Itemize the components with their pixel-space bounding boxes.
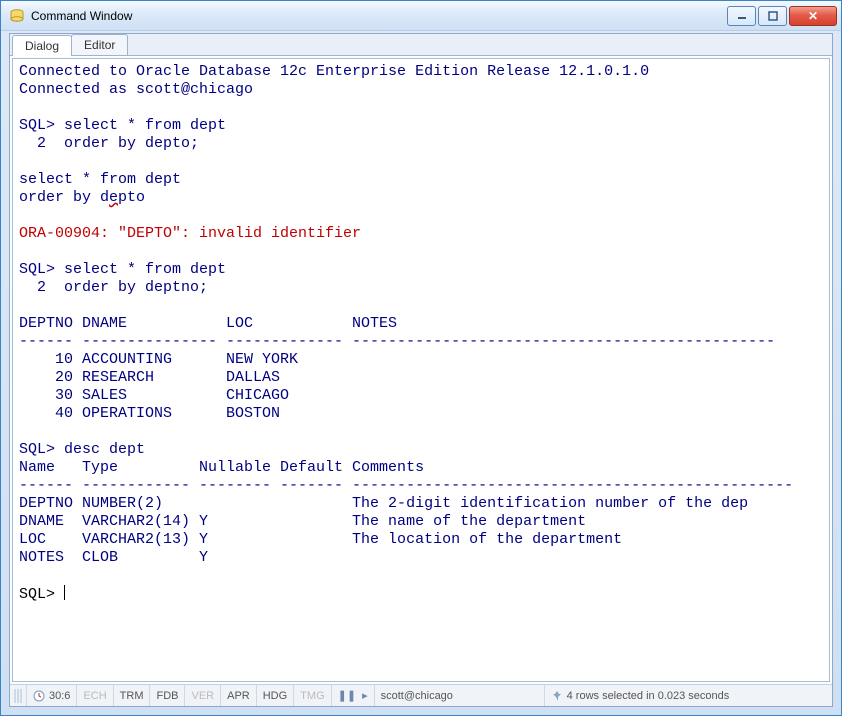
sql-console[interactable]: Connected to Oracle Database 12c Enterpr… [12,58,830,682]
sql-input-1b: 2 order by depto; [19,135,199,152]
result-header: DEPTNO DNAME LOC NOTES [19,315,397,332]
result-row-3: 30 SALES CHICAGO [19,387,352,404]
desc-row-3: LOC VARCHAR2(13) Y The location of the d… [19,531,622,548]
cursor-position: 30:6 [49,690,70,702]
rows-label: 4 rows selected in 0.023 seconds [567,690,730,702]
echo-1b-post: pto [118,189,145,206]
connection-label: scott@chicago [381,690,453,702]
pin-icon [551,690,563,702]
echo-1a: select * from dept [19,171,181,188]
tab-strip: Dialog Editor [10,34,832,56]
tab-editor[interactable]: Editor [71,34,128,55]
ind-trm[interactable]: TRM [114,685,151,706]
ind-fdb[interactable]: FDB [150,685,185,706]
sql-input-1a: SQL> select * from dept [19,117,226,134]
error-line: ORA-00904: "DEPTO": invalid identifier [19,225,361,242]
echo-1b-err: e [109,189,118,206]
maximize-button[interactable] [758,6,787,26]
result-rule: ------ --------------- ------------- ---… [19,333,775,350]
pause-icon[interactable]: ❚❚ [338,689,356,702]
result-row-4: 40 OPERATIONS BOSTON [19,405,352,422]
title-bar[interactable]: Command Window ✕ [1,1,841,31]
window-title: Command Window [31,9,727,23]
client-area: Dialog Editor Connected to Oracle Databa… [9,33,833,707]
ind-ver[interactable]: VER [185,685,221,706]
sql-input-2b: 2 order by deptno; [19,279,208,296]
desc-row-1: DEPTNO NUMBER(2) The 2-digit identificat… [19,495,748,512]
desc-header: Name Type Nullable Default Comments [19,459,424,476]
play-icon[interactable]: ▸ [362,689,368,702]
ind-tmg[interactable]: TMG [294,685,331,706]
sql-input-2a: SQL> select * from dept [19,261,226,278]
app-icon [9,8,25,24]
desc-row-2: DNAME VARCHAR2(14) Y The name of the dep… [19,513,586,530]
clock-icon [33,690,45,702]
ind-ech[interactable]: ECH [77,685,113,706]
minimize-button[interactable] [727,6,756,26]
conn-line-2: Connected as scott@chicago [19,81,253,98]
echo-1b-pre: order by d [19,189,109,206]
ind-apr[interactable]: APR [221,685,257,706]
result-row-2: 20 RESEARCH DALLAS [19,369,352,386]
sql-input-3: SQL> desc dept [19,441,145,458]
desc-rule: ------ ------------ -------- ------- ---… [19,477,793,494]
text-cursor [64,585,65,600]
nav-controls[interactable]: ❚❚ ▸ [332,685,375,706]
status-position: 30:6 [27,685,77,706]
window-controls: ✕ [727,6,837,26]
conn-line-1: Connected to Oracle Database 12c Enterpr… [19,63,649,80]
sql-prompt: SQL> [19,586,64,603]
status-grip [10,685,27,706]
status-connection: scott@chicago [375,685,545,706]
desc-row-4: NOTES CLOB Y [19,549,352,566]
status-bar: 30:6 ECH TRM FDB VER APR HDG TMG ❚❚ ▸ sc… [10,684,832,706]
status-rows: 4 rows selected in 0.023 seconds [545,685,832,706]
close-button[interactable]: ✕ [789,6,837,26]
app-window: Command Window ✕ Dialog Editor Connected… [0,0,842,716]
ind-hdg[interactable]: HDG [257,685,294,706]
tab-dialog[interactable]: Dialog [12,35,72,56]
result-row-1: 10 ACCOUNTING NEW YORK [19,351,352,368]
